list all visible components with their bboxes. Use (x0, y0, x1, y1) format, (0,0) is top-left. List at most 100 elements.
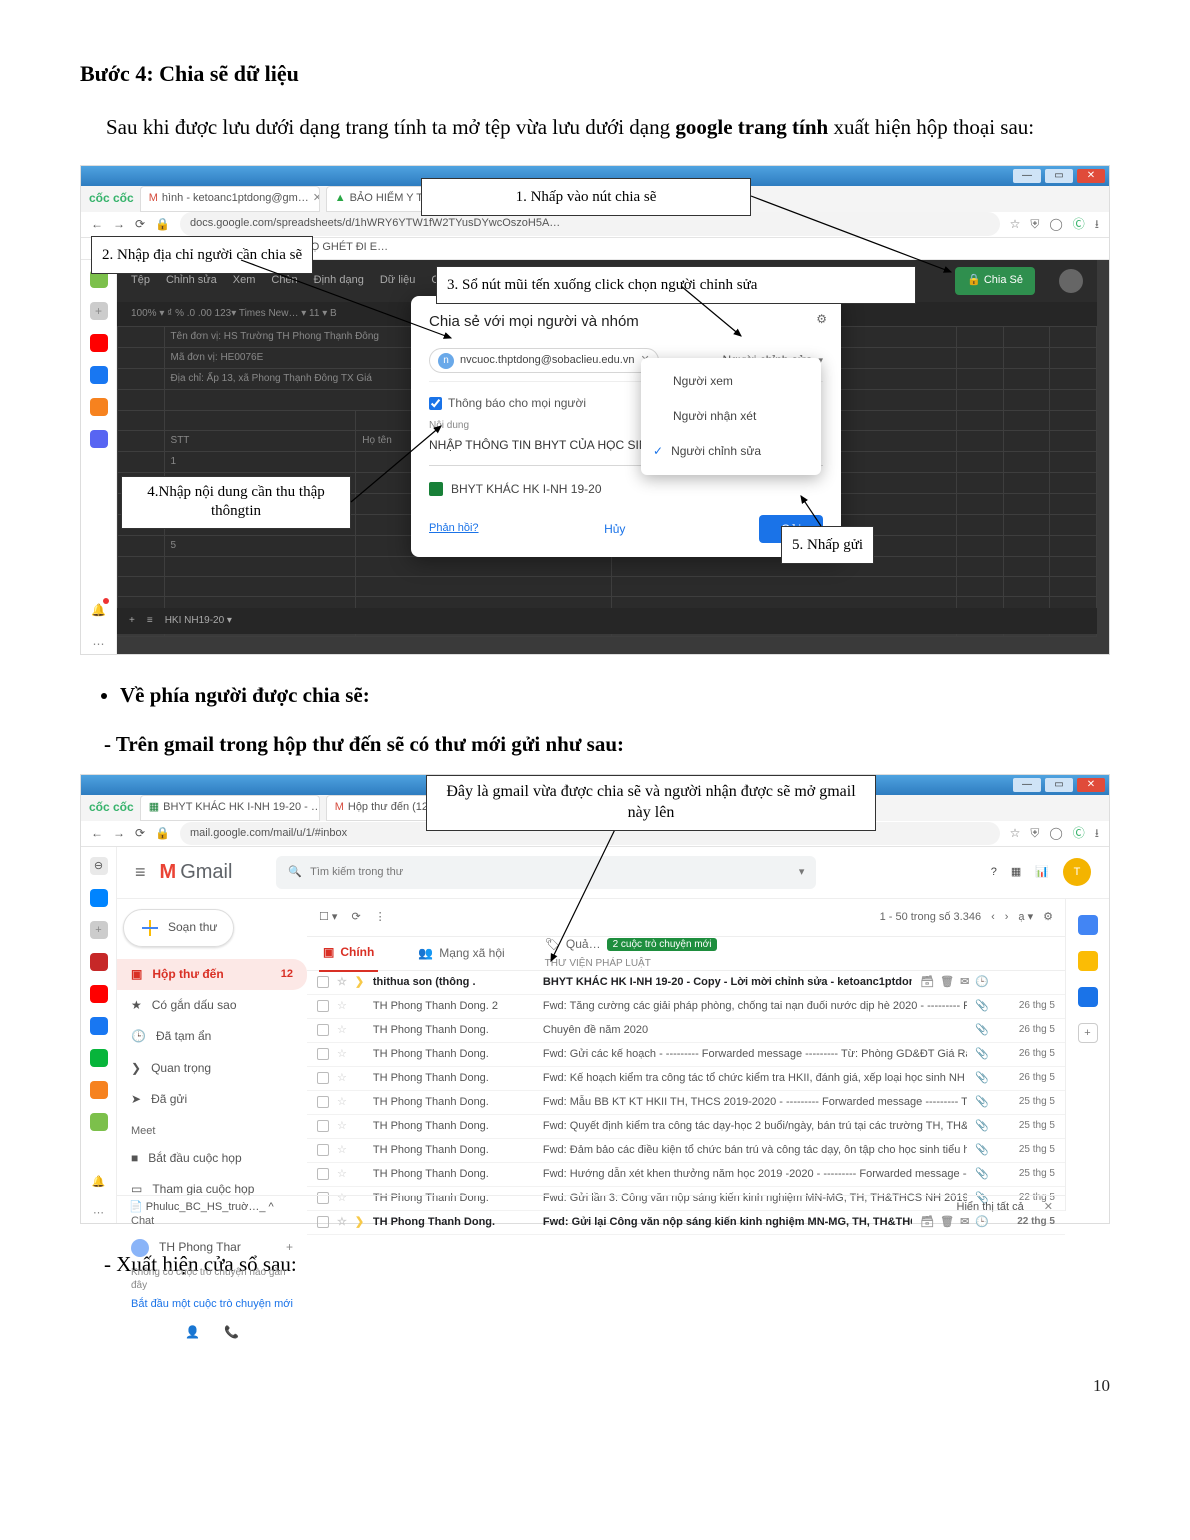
menu-item[interactable]: Dữ liệu (380, 272, 416, 290)
keep-icon[interactable] (1078, 951, 1098, 971)
dock-add-icon[interactable]: + (90, 302, 108, 320)
dock-icon[interactable] (90, 953, 108, 971)
row-checkbox[interactable] (317, 1120, 329, 1132)
snooze-icon[interactable]: 🕒 (975, 974, 989, 992)
star-icon[interactable]: ☆ (337, 1070, 347, 1088)
chevron-down-icon[interactable]: ▾ (799, 864, 805, 882)
feedback-link[interactable]: Phản hồi? (429, 520, 479, 538)
dock-icon[interactable] (90, 985, 108, 1003)
cancel-button[interactable]: Hủy (604, 522, 625, 536)
back-icon[interactable]: ← (91, 215, 103, 234)
coccoc-ext-icon[interactable]: Ⓒ (1073, 215, 1085, 234)
bell-icon[interactable]: 🔔 (92, 1174, 106, 1192)
minimize-button[interactable]: — (1013, 778, 1041, 792)
menu-item[interactable]: Chỉnh sửa (166, 272, 217, 290)
calendar-icon[interactable] (1078, 915, 1098, 935)
circle-icon[interactable]: ◯ (1049, 824, 1062, 843)
dock-icon[interactable] (90, 1081, 108, 1099)
row-checkbox[interactable] (317, 1072, 329, 1084)
reload-icon[interactable]: ⟳ (135, 215, 145, 234)
url-field[interactable]: docs.google.com/spreadsheets/d/1hWRY6YTW… (180, 212, 1000, 236)
role-option-commenter[interactable]: Người nhận xét (641, 399, 821, 434)
mark-read-icon[interactable]: ✉ (960, 974, 969, 992)
dock-icon[interactable] (90, 366, 108, 384)
menu-item[interactable]: Xem (233, 272, 256, 290)
archive-icon[interactable]: 🗃 (920, 974, 934, 992)
browser-tab[interactable]: ▦BHYT KHÁC HK I-NH 19-20 - …✕ (140, 795, 320, 821)
dock-icon[interactable] (90, 1113, 108, 1131)
row-checkbox[interactable] (317, 1048, 329, 1060)
star-icon[interactable]: ☆ (337, 1166, 347, 1184)
search-input[interactable]: 🔍 Tìm kiếm trong thư ▾ (276, 856, 816, 890)
nav-inbox[interactable]: ▣Hộp thư đến12 (117, 959, 307, 990)
dock-icon[interactable] (90, 430, 108, 448)
mail-row[interactable]: ☆TH Phong Thanh Dong. 2Fwd: Tăng cường c… (307, 995, 1065, 1019)
nav-starred[interactable]: ★Có gắn dấu sao (117, 990, 307, 1021)
download-item[interactable]: 📄 Phuluc_BC_HS_truờ…_ ^ (129, 1199, 274, 1217)
chart-icon[interactable]: 📊 (1035, 864, 1049, 882)
notify-checkbox-input[interactable] (429, 397, 442, 410)
meet-start[interactable]: ■Bắt đầu cuộc họp (117, 1143, 307, 1174)
maximize-button[interactable]: ▭ (1045, 169, 1073, 183)
more-icon[interactable]: ⋯ (93, 1205, 104, 1223)
select-all-checkbox[interactable]: ☐ ▾ (319, 909, 337, 927)
sheet-tab[interactable]: HKI NH19-20 ▾ (165, 613, 232, 629)
apps-icon[interactable]: ▦ (1011, 864, 1021, 882)
menu-item[interactable]: Chèn (271, 272, 297, 290)
dock-icon[interactable] (90, 1049, 108, 1067)
cell[interactable]: STT (164, 430, 356, 451)
plus-icon[interactable]: + (286, 1238, 293, 1257)
close-download-bar-icon[interactable]: ✕ (1044, 1199, 1053, 1217)
tasks-icon[interactable] (1078, 987, 1098, 1007)
account-avatar[interactable] (1059, 269, 1083, 293)
chat-user[interactable]: TH Phong Thar+ (117, 1232, 307, 1263)
more-icon[interactable]: ⋮ (375, 909, 386, 927)
star-icon[interactable]: ☆ (1010, 215, 1021, 234)
input-tool-icon[interactable]: ạ ▾ (1018, 909, 1033, 927)
account-avatar[interactable]: T (1063, 858, 1091, 886)
delete-icon[interactable]: 🗑 (940, 974, 954, 992)
next-page-icon[interactable]: › (1005, 909, 1009, 927)
nav-snoozed[interactable]: 🕒Đã tạm ẩn (117, 1021, 307, 1052)
star-icon[interactable]: ☆ (1010, 824, 1021, 843)
start-chat-link[interactable]: Bắt đầu một cuộc trò chuyện mới (117, 1294, 307, 1316)
close-tab-icon[interactable]: ✕ (313, 190, 320, 208)
nav-important[interactable]: ❯Quan trọng (117, 1053, 307, 1084)
prev-page-icon[interactable]: ‹ (991, 909, 995, 927)
row-checkbox[interactable] (317, 1168, 329, 1180)
mail-row[interactable]: ☆TH Phong Thanh Dong.Fwd: Đảm bảo các đi… (307, 1139, 1065, 1163)
dock-icon[interactable] (90, 1017, 108, 1035)
download-icon[interactable]: ⭳ (1095, 824, 1099, 843)
circle-icon[interactable]: ◯ (1049, 215, 1062, 234)
gear-icon[interactable]: ⚙ (1043, 909, 1053, 927)
shield-icon[interactable]: ⛨ (1030, 824, 1039, 843)
row-checkbox[interactable] (317, 1000, 329, 1012)
role-option-viewer[interactable]: Người xem (641, 364, 821, 399)
download-icon[interactable]: ⭳ (1095, 215, 1099, 234)
star-icon[interactable]: ☆ (337, 1022, 347, 1040)
coccoc-ext-icon[interactable]: Ⓒ (1073, 824, 1085, 843)
dock-icon[interactable] (90, 889, 108, 907)
close-button[interactable]: ✕ (1077, 169, 1105, 183)
browser-tab[interactable]: Mhình - ketoanc1ptdong@gm…✕ (140, 186, 320, 212)
add-sheet-icon[interactable]: + (129, 613, 135, 629)
tab-primary[interactable]: ▣Chính (319, 935, 378, 972)
forward-icon[interactable]: → (113, 824, 125, 843)
mail-row[interactable]: ☆TH Phong Thanh Dong.Fwd: Kế hoạch kiểm … (307, 1067, 1065, 1091)
gear-icon[interactable]: ⚙ (816, 310, 827, 329)
close-button[interactable]: ✕ (1077, 778, 1105, 792)
mail-row[interactable]: ☆TH Phong Thanh Dong.Fwd: Mẫu BB KT KT H… (307, 1091, 1065, 1115)
star-icon[interactable]: ☆ (337, 1046, 347, 1064)
tab-promotions[interactable]: 🏷Quả… 2 cuộc trò chuyện mới THƯ VIỆN PHÁ… (545, 938, 718, 968)
minimize-button[interactable]: — (1013, 169, 1041, 183)
shield-icon[interactable]: ⛨ (1030, 215, 1039, 234)
dock-icon[interactable] (90, 334, 108, 352)
star-icon[interactable]: ☆ (337, 998, 347, 1016)
role-option-editor[interactable]: Người chỉnh sửa (641, 434, 821, 469)
compose-button[interactable]: Soạn thư (123, 909, 234, 947)
dock-icon[interactable] (90, 398, 108, 416)
row-checkbox[interactable] (317, 1024, 329, 1036)
star-icon[interactable]: ☆ (337, 974, 347, 992)
mail-row[interactable]: ☆TH Phong Thanh Dong.Chuyên đề năm 2020📎… (307, 1019, 1065, 1043)
dock-icon[interactable]: ⊖ (90, 857, 108, 875)
